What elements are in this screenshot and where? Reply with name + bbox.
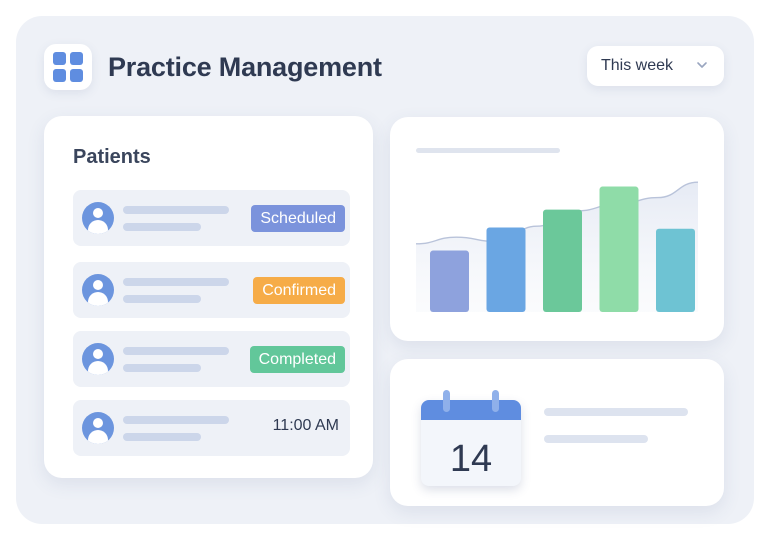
chart-title-placeholder bbox=[416, 148, 560, 153]
chart-bar bbox=[656, 228, 695, 312]
avatar-icon bbox=[82, 274, 114, 306]
patient-name-placeholder bbox=[123, 206, 229, 214]
patient-row[interactable]: 11:00 AM bbox=[73, 400, 350, 456]
bar-chart bbox=[415, 148, 699, 312]
period-select[interactable]: This week bbox=[587, 46, 724, 86]
patient-detail-placeholder bbox=[123, 223, 201, 231]
event-title-placeholder bbox=[544, 408, 688, 416]
calendar-icon: 14 bbox=[421, 390, 521, 490]
patient-name-placeholder bbox=[123, 347, 229, 355]
patient-detail-placeholder bbox=[123, 295, 201, 303]
avatar-icon bbox=[82, 343, 114, 375]
period-select-value: This week bbox=[601, 57, 674, 74]
chart-bar bbox=[543, 209, 582, 312]
patient-row[interactable]: Completed bbox=[73, 331, 350, 387]
chart-bar bbox=[430, 250, 469, 312]
avatar-icon bbox=[82, 412, 114, 444]
status-badge: Completed bbox=[249, 346, 345, 373]
patient-name-placeholder bbox=[123, 416, 229, 424]
appointment-time: 11:00 AM bbox=[272, 417, 339, 434]
patient-row[interactable]: Confirmed bbox=[73, 262, 350, 318]
chart-card bbox=[390, 117, 724, 341]
chart-bar bbox=[486, 227, 526, 312]
status-badge: Scheduled bbox=[251, 205, 345, 232]
chevron-down-icon bbox=[697, 62, 707, 68]
patients-title: Patients bbox=[73, 146, 151, 168]
calendar-day: 14 bbox=[449, 438, 493, 480]
status-badge: Confirmed bbox=[253, 277, 345, 304]
page-title: Practice Management bbox=[108, 52, 382, 82]
chart-bar bbox=[599, 186, 639, 312]
event-detail-placeholder bbox=[544, 435, 648, 443]
patient-row[interactable]: Scheduled bbox=[73, 190, 350, 246]
patients-card: Patients Scheduled Confirmed Completed 1… bbox=[44, 116, 373, 478]
patient-name-placeholder bbox=[123, 278, 229, 286]
patient-detail-placeholder bbox=[123, 433, 201, 441]
grid-apps-icon[interactable] bbox=[44, 44, 92, 90]
patient-detail-placeholder bbox=[123, 364, 201, 372]
avatar-icon bbox=[82, 202, 114, 234]
